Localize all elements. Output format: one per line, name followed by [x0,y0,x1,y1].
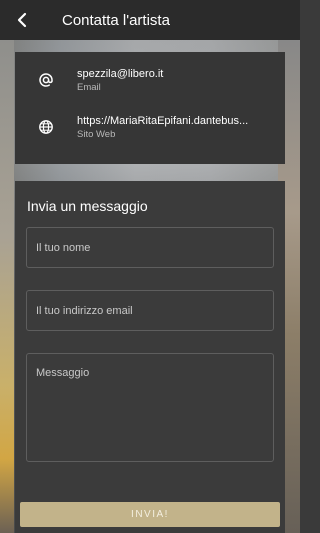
contact-website-value: https://MariaRitaEpifani.dantebus... [77,114,249,127]
form-title: Invia un messaggio [27,198,148,214]
name-input[interactable] [26,227,274,268]
email-input[interactable] [26,290,274,331]
contact-website-label: Sito Web [77,128,116,140]
at-icon [39,73,53,87]
top-app-bar: Contatta l'artista [0,0,300,40]
message-textarea[interactable] [26,353,274,462]
contact-email-label: Email [77,81,101,93]
send-button[interactable]: INVIA! [20,502,280,527]
page-title: Contatta l'artista [62,11,170,29]
back-arrow-icon [17,12,27,28]
contact-email-value: spezzila@libero.it [77,67,164,80]
contact-email-row[interactable]: spezzila@libero.it Email [15,60,285,100]
message-form: Invia un messaggio [15,181,285,533]
back-button[interactable] [0,0,44,40]
globe-icon [39,120,53,134]
contact-card: spezzila@libero.it Email https://MariaRi… [15,52,285,164]
background-left-edge [0,40,14,533]
contact-website-row[interactable]: https://MariaRitaEpifani.dantebus... Sit… [15,107,285,147]
